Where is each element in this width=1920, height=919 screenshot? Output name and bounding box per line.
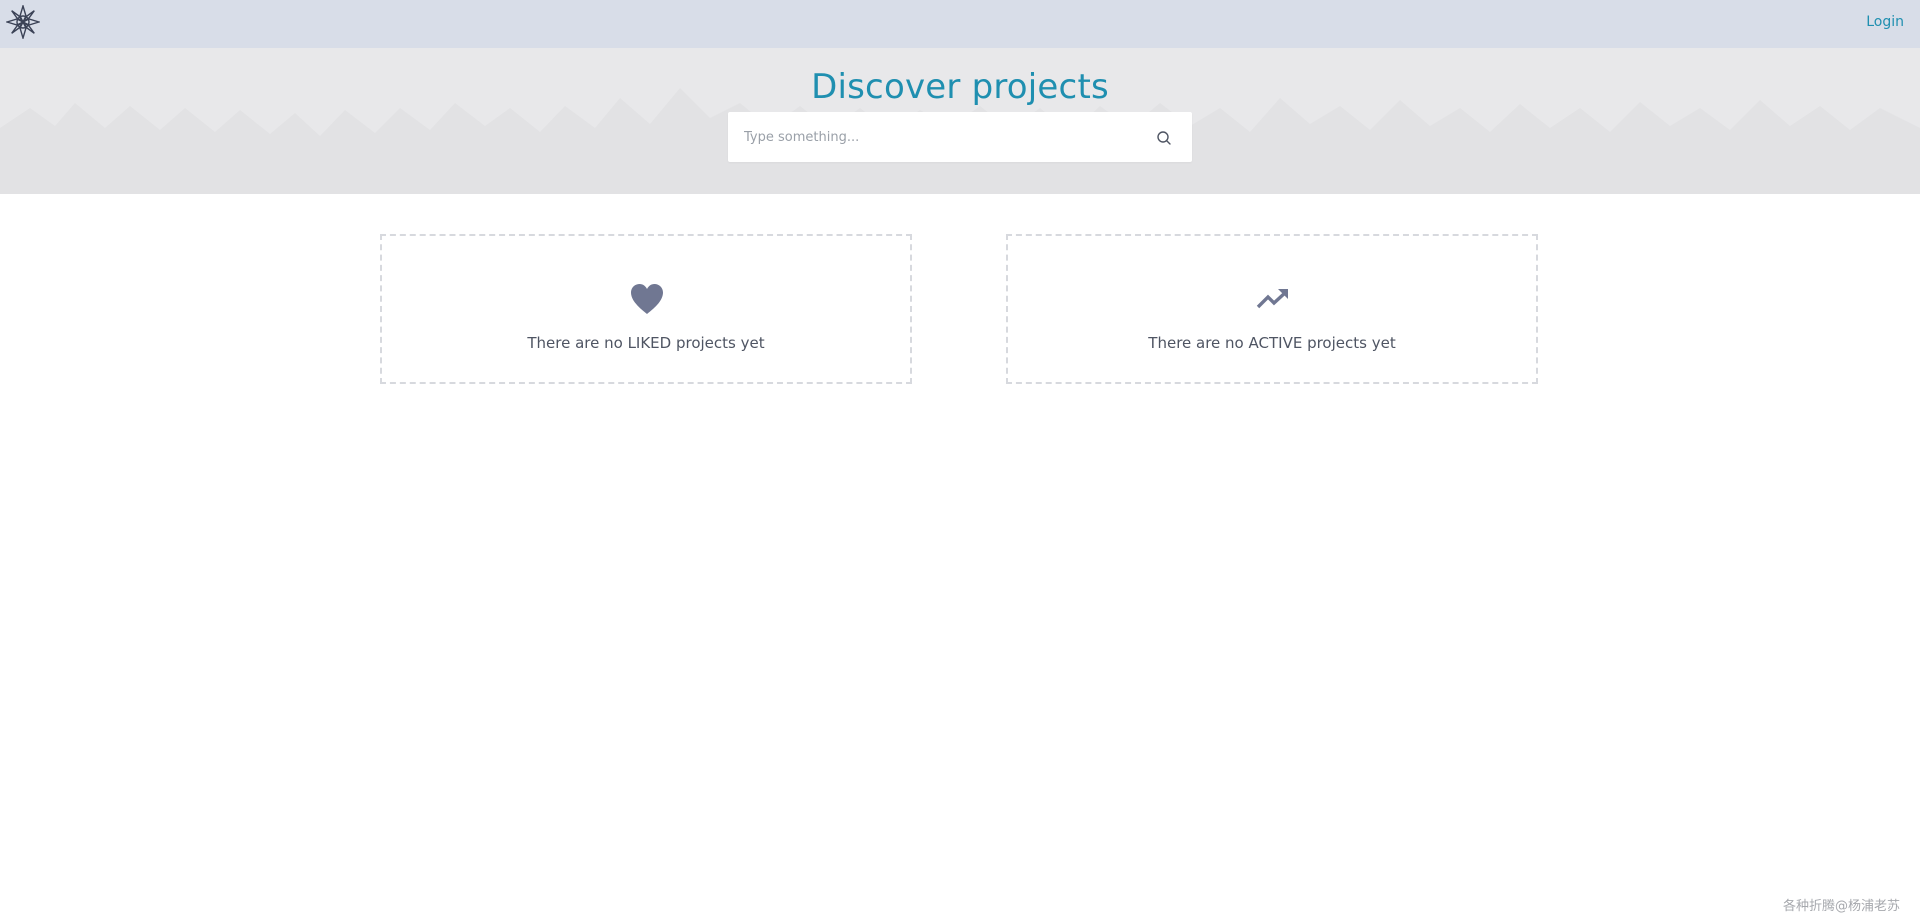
- search-box: [728, 112, 1192, 162]
- login-link[interactable]: Login: [1866, 14, 1904, 30]
- hero-banner: Discover projects: [0, 48, 1920, 194]
- search-icon[interactable]: [1156, 130, 1172, 146]
- snowflake-logo-icon[interactable]: [6, 5, 40, 39]
- watermark-text: 各种折腾@杨浦老苏: [1782, 899, 1900, 914]
- heart-icon: [631, 284, 663, 314]
- trending-up-icon: [1256, 289, 1288, 309]
- top-navbar: Login: [0, 0, 1920, 48]
- page-title: Discover projects: [811, 67, 1109, 107]
- liked-empty-message: There are no LIKED projects yet: [527, 334, 765, 352]
- search-input[interactable]: [728, 112, 1128, 162]
- liked-projects-card: There are no LIKED projects yet: [380, 234, 912, 384]
- active-empty-message: There are no ACTIVE projects yet: [1148, 334, 1396, 352]
- active-projects-card: There are no ACTIVE projects yet: [1006, 234, 1538, 384]
